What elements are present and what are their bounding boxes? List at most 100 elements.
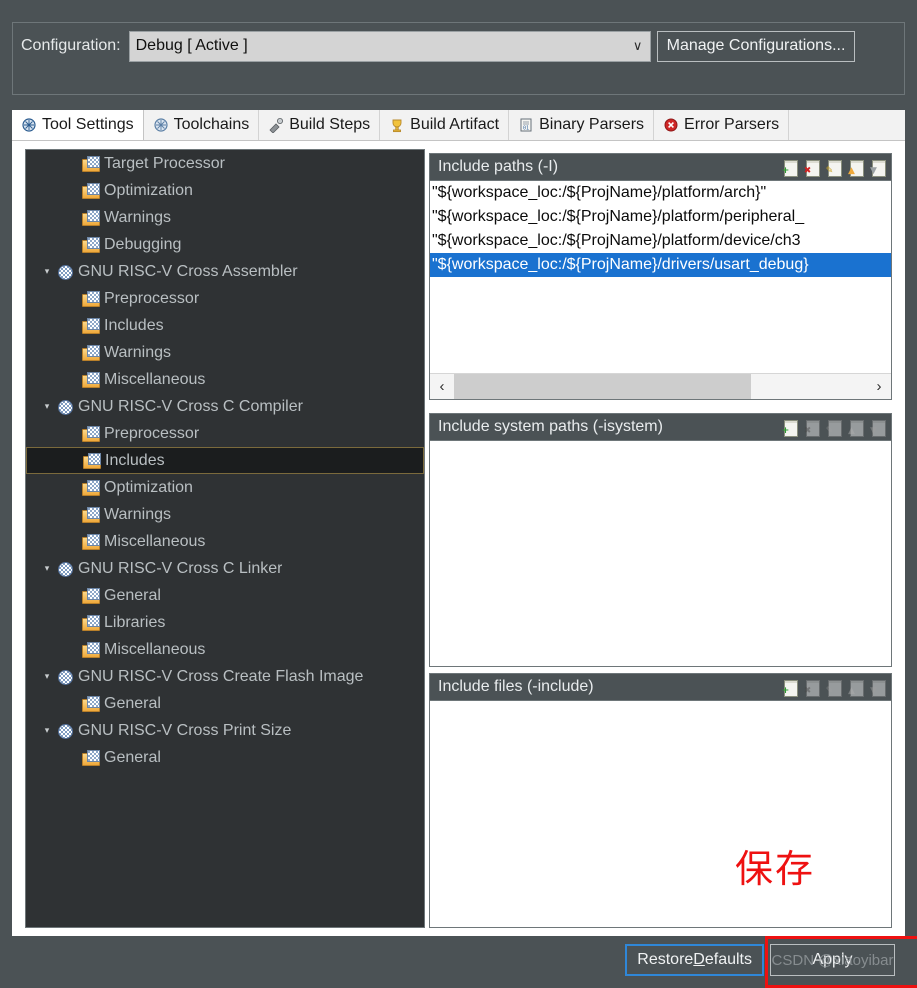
- move-up-icon[interactable]: ▲: [847, 159, 864, 177]
- tree-item-label: General: [104, 694, 161, 712]
- tree-item-warnings[interactable]: Warnings: [26, 339, 424, 366]
- tool-settings-icon: [21, 117, 37, 133]
- tree-item-gnu-risc-v-cross-print-size[interactable]: ▾ GNU RISC-V Cross Print Size: [26, 717, 424, 744]
- tree-item-general[interactable]: General: [26, 690, 424, 717]
- build-artifact-icon: [389, 117, 405, 133]
- include-files-header: Include files (-include) + ✖ ✎ ▲ ▼: [430, 674, 891, 701]
- move-up-icon: ▲: [847, 679, 864, 696]
- include-path-row[interactable]: "${workspace_loc:/${ProjName}/platform/a…: [430, 181, 891, 205]
- binary-parsers-icon: 01: [518, 117, 534, 133]
- tab-tool-settings[interactable]: Tool Settings: [12, 110, 144, 140]
- include-paths-header: Include paths (-I) + ✖ ✎ ▲ ▼: [430, 154, 891, 181]
- restore-defaults-mnemonic: D: [693, 951, 705, 968]
- tree-item-preprocessor[interactable]: Preprocessor: [26, 420, 424, 447]
- folder-page-icon: [82, 291, 100, 307]
- tree-item-gnu-risc-v-cross-c-compiler[interactable]: ▾ GNU RISC-V Cross C Compiler: [26, 393, 424, 420]
- tree-item-optimization[interactable]: Optimization: [26, 177, 424, 204]
- tab-toolchains[interactable]: Toolchains: [143, 110, 260, 140]
- tab-label: Build Artifact: [410, 116, 500, 133]
- tree-item-label: Miscellaneous: [104, 532, 206, 550]
- tree-item-optimization[interactable]: Optimization: [26, 474, 424, 501]
- folder-page-icon: [82, 642, 100, 658]
- twisty-expanded-icon[interactable]: ▾: [38, 564, 56, 573]
- include-paths-toolbar: + ✖ ✎ ▲ ▼: [781, 159, 886, 177]
- manage-configurations-button[interactable]: Manage Configurations...: [656, 30, 856, 62]
- tree-item-includes[interactable]: Includes: [26, 312, 424, 339]
- tree-item-gnu-risc-v-cross-c-linker[interactable]: ▾ GNU RISC-V Cross C Linker: [26, 555, 424, 582]
- twisty-expanded-icon[interactable]: ▾: [38, 267, 56, 276]
- tree-item-warnings[interactable]: Warnings: [26, 204, 424, 231]
- tree-item-general[interactable]: General: [26, 744, 424, 771]
- edit-icon[interactable]: ✎: [825, 159, 842, 177]
- tree-item-debugging[interactable]: Debugging: [26, 231, 424, 258]
- include-system-paths-panel: Include system paths (-isystem) + ✖ ✎ ▲ …: [429, 413, 892, 667]
- add-icon[interactable]: +: [781, 159, 798, 177]
- include-system-paths-toolbar: + ✖ ✎ ▲ ▼: [781, 419, 886, 437]
- tab-label: Tool Settings: [42, 116, 134, 133]
- folder-page-icon: [82, 507, 100, 523]
- tree-item-warnings[interactable]: Warnings: [26, 501, 424, 528]
- edit-icon: ✎: [825, 419, 842, 436]
- include-path-row[interactable]: "${workspace_loc:/${ProjName}/platform/p…: [430, 205, 891, 229]
- twisty-expanded-icon[interactable]: ▾: [38, 672, 56, 681]
- tree-item-preprocessor[interactable]: Preprocessor: [26, 285, 424, 312]
- globe-tool-icon: [56, 264, 73, 280]
- hscroll-track[interactable]: [454, 374, 867, 399]
- apply-label: Apply: [812, 951, 853, 968]
- hscroll-thumb[interactable]: [454, 374, 752, 399]
- tab-label: Build Steps: [289, 116, 371, 133]
- include-system-paths-list[interactable]: [430, 441, 891, 666]
- add-icon[interactable]: +: [781, 679, 798, 697]
- include-paths-hscrollbar[interactable]: ‹ ›: [430, 373, 891, 399]
- tree-item-target-processor[interactable]: Target Processor: [26, 150, 424, 177]
- move-down-icon: ▼: [869, 419, 886, 436]
- globe-tool-icon: [56, 399, 73, 415]
- add-icon[interactable]: +: [781, 419, 798, 437]
- tab-label: Toolchains: [173, 116, 250, 133]
- tab-error-parsers[interactable]: Error Parsers: [654, 110, 790, 140]
- tree-item-label: Warnings: [104, 343, 171, 361]
- build-steps-icon: [268, 117, 284, 134]
- twisty-expanded-icon[interactable]: ▾: [38, 726, 56, 735]
- globe-tool-icon: [56, 723, 73, 739]
- tree-item-label: Includes: [104, 316, 164, 334]
- tree-item-label: GNU RISC-V Cross Assembler: [78, 262, 298, 280]
- panel-title: Include paths (-I): [438, 158, 559, 175]
- folder-page-icon: [82, 345, 100, 361]
- delete-icon[interactable]: ✖: [803, 159, 820, 177]
- tree-item-includes[interactable]: Includes: [26, 447, 424, 474]
- include-paths-panel: Include paths (-I) + ✖ ✎ ▲ ▼ "${workspac…: [429, 153, 892, 400]
- folder-page-icon: [82, 372, 100, 388]
- tree-item-libraries[interactable]: Libraries: [26, 609, 424, 636]
- move-down-icon: ▼: [869, 679, 886, 696]
- settings-tree[interactable]: Target Processor Optimization Warnings Debu…: [25, 149, 425, 928]
- tree-item-gnu-risc-v-cross-assembler[interactable]: ▾ GNU RISC-V Cross Assembler: [26, 258, 424, 285]
- scroll-right-icon[interactable]: ›: [867, 374, 891, 399]
- tree-item-label: Optimization: [104, 181, 193, 199]
- tree-item-label: Warnings: [104, 505, 171, 523]
- include-files-list[interactable]: [430, 701, 891, 927]
- configuration-combo[interactable]: Debug [ Active ] ∨: [128, 30, 651, 62]
- include-paths-list[interactable]: "${workspace_loc:/${ProjName}/platform/a…: [430, 181, 891, 399]
- tab-label: Error Parsers: [684, 116, 780, 133]
- folder-page-icon: [82, 156, 100, 172]
- tree-item-miscellaneous[interactable]: Miscellaneous: [26, 366, 424, 393]
- tab-build-steps[interactable]: Build Steps: [259, 110, 381, 140]
- tab-build-artifact[interactable]: Build Artifact: [380, 110, 510, 140]
- restore-defaults-button[interactable]: Restore Defaults: [625, 944, 764, 976]
- include-path-row[interactable]: "${workspace_loc:/${ProjName}/platform/d…: [430, 229, 891, 253]
- tab-label: Binary Parsers: [539, 116, 645, 133]
- dialog-button-bar: Restore Defaults Apply CSDN @xiaoyibar: [12, 940, 905, 980]
- tab-binary-parsers[interactable]: 01 Binary Parsers: [509, 110, 655, 140]
- tree-item-general[interactable]: General: [26, 582, 424, 609]
- scroll-left-icon[interactable]: ‹: [430, 374, 454, 399]
- move-down-icon[interactable]: ▼: [869, 159, 886, 177]
- tree-item-miscellaneous[interactable]: Miscellaneous: [26, 636, 424, 663]
- tree-item-miscellaneous[interactable]: Miscellaneous: [26, 528, 424, 555]
- folder-page-icon: [82, 237, 100, 253]
- tree-item-gnu-risc-v-cross-create-flash-image[interactable]: ▾ GNU RISC-V Cross Create Flash Image: [26, 663, 424, 690]
- tree-item-label: Debugging: [104, 235, 182, 253]
- include-path-row[interactable]: "${workspace_loc:/${ProjName}/drivers/us…: [430, 253, 891, 277]
- apply-button[interactable]: Apply CSDN @xiaoyibar: [770, 944, 895, 976]
- twisty-expanded-icon[interactable]: ▾: [38, 402, 56, 411]
